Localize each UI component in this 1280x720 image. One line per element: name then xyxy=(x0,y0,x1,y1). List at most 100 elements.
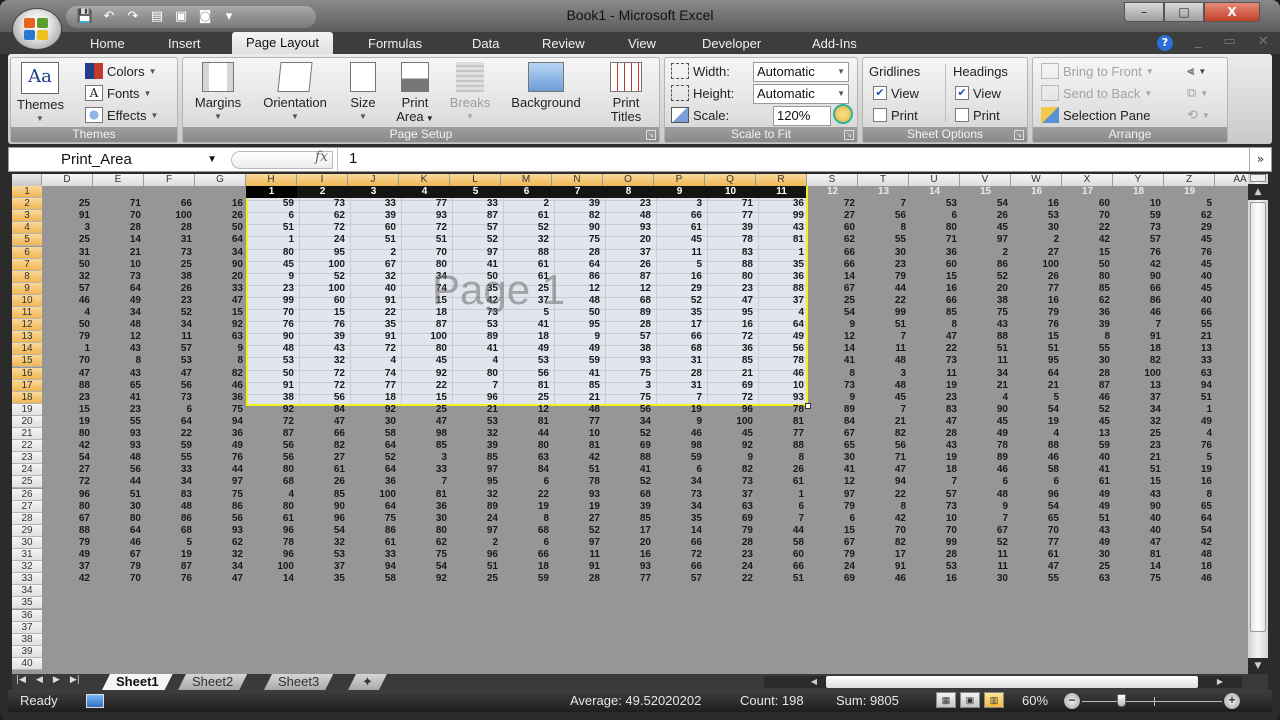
cell[interactable]: 94 xyxy=(348,561,399,573)
print-titles-button[interactable]: Print Titles xyxy=(603,62,649,124)
cell[interactable]: 30 xyxy=(93,501,144,513)
cell[interactable]: 99 xyxy=(909,537,960,549)
cell[interactable]: 98 xyxy=(399,428,450,440)
cell[interactable]: 73 xyxy=(450,307,501,319)
cell[interactable]: 66 xyxy=(909,295,960,307)
row-header-39[interactable]: 39 xyxy=(12,645,42,658)
cell[interactable]: 36 xyxy=(195,392,246,404)
column-header-I[interactable]: I xyxy=(297,174,348,186)
cell[interactable]: 15 xyxy=(42,404,93,416)
cell[interactable]: 52 xyxy=(144,307,195,319)
cell[interactable]: 24 xyxy=(450,513,501,525)
cell[interactable]: 56 xyxy=(858,210,909,222)
cell[interactable]: 62 xyxy=(807,234,858,246)
cell[interactable]: 20 xyxy=(603,537,654,549)
cell[interactable]: 95 xyxy=(552,319,603,331)
row-header-33[interactable]: 33 xyxy=(12,573,42,586)
cell[interactable]: 90 xyxy=(960,404,1011,416)
cell[interactable]: 47 xyxy=(42,368,93,380)
cell[interactable]: 3 xyxy=(348,186,399,198)
column-header-S[interactable]: S xyxy=(807,174,858,186)
cell[interactable]: 78 xyxy=(552,476,603,488)
cell[interactable]: 96 xyxy=(705,404,756,416)
cell[interactable]: 76 xyxy=(1113,247,1164,259)
cell[interactable]: 95 xyxy=(297,247,348,259)
cell[interactable]: 99 xyxy=(246,295,297,307)
cell[interactable]: 26 xyxy=(297,476,348,488)
cell[interactable]: 28 xyxy=(705,537,756,549)
cell[interactable]: 43 xyxy=(756,222,807,234)
cell[interactable]: 59 xyxy=(654,452,705,464)
cell[interactable]: 88 xyxy=(756,283,807,295)
cell[interactable]: 6 xyxy=(501,186,552,198)
cell[interactable]: 33 xyxy=(1164,355,1215,367)
row-header-7[interactable]: 7 xyxy=(12,258,42,271)
cell[interactable]: 49 xyxy=(93,295,144,307)
cell[interactable]: 93 xyxy=(93,440,144,452)
cell[interactable]: 52 xyxy=(960,537,1011,549)
cell[interactable]: 63 xyxy=(1164,368,1215,380)
cell[interactable]: 92 xyxy=(348,404,399,416)
workbook-minimize-icon[interactable]: _ xyxy=(1195,34,1202,49)
cell[interactable]: 39 xyxy=(297,331,348,343)
column-header-V[interactable]: V xyxy=(960,174,1011,186)
row-header-23[interactable]: 23 xyxy=(12,452,42,465)
cell[interactable]: 96 xyxy=(246,549,297,561)
cell[interactable]: 88 xyxy=(42,380,93,392)
cell[interactable]: 53 xyxy=(144,355,195,367)
cell[interactable]: 3 xyxy=(654,198,705,210)
cell[interactable]: 80 xyxy=(450,368,501,380)
cell[interactable]: 25 xyxy=(807,295,858,307)
cell[interactable]: 1 xyxy=(1164,404,1215,416)
column-header-U[interactable]: U xyxy=(909,174,960,186)
cell[interactable]: 99 xyxy=(858,307,909,319)
cell[interactable]: 96 xyxy=(450,549,501,561)
cell[interactable]: 66 xyxy=(297,428,348,440)
cell[interactable]: 4 xyxy=(348,355,399,367)
cell[interactable]: 43 xyxy=(297,343,348,355)
cell[interactable]: 52 xyxy=(348,452,399,464)
formula-input[interactable]: 1 xyxy=(349,150,357,167)
cell[interactable]: 37 xyxy=(603,247,654,259)
cell[interactable]: 8 xyxy=(858,501,909,513)
cell[interactable]: 70 xyxy=(246,307,297,319)
cell[interactable]: 97 xyxy=(450,525,501,537)
cell[interactable]: 70 xyxy=(1062,210,1113,222)
cell[interactable]: 37 xyxy=(42,561,93,573)
cell[interactable]: 87 xyxy=(1062,380,1113,392)
cell[interactable]: 15 xyxy=(1011,331,1062,343)
cell[interactable]: 51 xyxy=(960,343,1011,355)
cell[interactable]: 45 xyxy=(1062,416,1113,428)
cell[interactable]: 14 xyxy=(93,234,144,246)
cell[interactable]: 16 xyxy=(909,283,960,295)
cell[interactable]: 68 xyxy=(654,343,705,355)
cell[interactable]: 21 xyxy=(960,380,1011,392)
insert-sheet-icon[interactable]: ✦ xyxy=(348,674,387,690)
cell[interactable]: 8 xyxy=(909,319,960,331)
cell[interactable]: 23 xyxy=(246,283,297,295)
macro-record-icon[interactable] xyxy=(86,694,104,708)
cell[interactable]: 97 xyxy=(450,464,501,476)
cell[interactable]: 28 xyxy=(144,222,195,234)
cell[interactable]: 44 xyxy=(93,476,144,488)
cell[interactable]: 39 xyxy=(603,501,654,513)
cell[interactable]: 51 xyxy=(1062,513,1113,525)
cell[interactable]: 36 xyxy=(348,476,399,488)
cell[interactable]: 51 xyxy=(1164,392,1215,404)
cell[interactable]: 67 xyxy=(807,283,858,295)
cell[interactable]: 34 xyxy=(654,476,705,488)
cell[interactable]: 66 xyxy=(501,549,552,561)
cell[interactable]: 91 xyxy=(246,380,297,392)
cell[interactable]: 95 xyxy=(450,476,501,488)
cell[interactable]: 49 xyxy=(960,428,1011,440)
height-dropdown[interactable]: Automatic ▼ xyxy=(753,84,849,104)
cell[interactable]: 70 xyxy=(93,573,144,585)
cell[interactable]: 63 xyxy=(705,501,756,513)
zoom-slider-track[interactable] xyxy=(1082,701,1222,702)
cell[interactable]: 15 xyxy=(297,307,348,319)
cell[interactable]: 4 xyxy=(246,489,297,501)
cell[interactable]: 53 xyxy=(297,549,348,561)
cell[interactable]: 41 xyxy=(807,464,858,476)
cell[interactable]: 5 xyxy=(1164,452,1215,464)
cell[interactable]: 9 xyxy=(654,186,705,198)
